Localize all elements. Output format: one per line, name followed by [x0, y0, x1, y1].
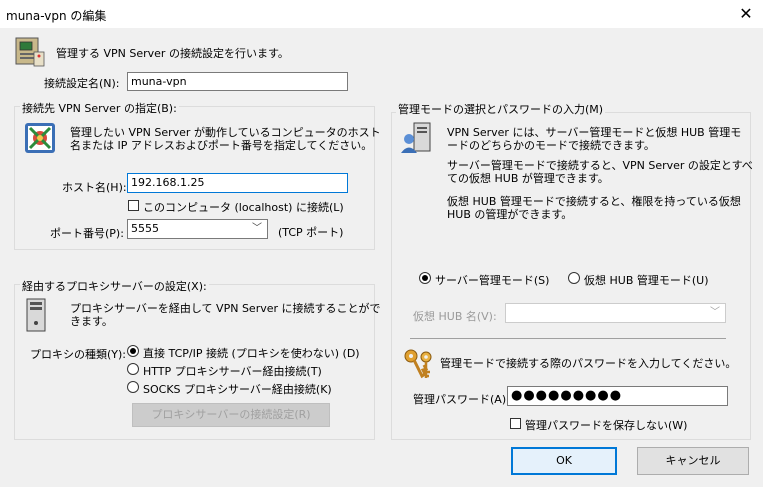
hub-mode-radio[interactable]: [568, 272, 580, 284]
proxy-direct-label: 直接 TCP/IP 接続 (プロキシを使わない) (D): [143, 347, 360, 360]
server-description-line2: 名または IP アドレスおよびポート番号を指定してください。: [70, 139, 373, 152]
server-mode-radio[interactable]: [419, 272, 431, 284]
host-label: ホスト名(H):: [62, 181, 127, 194]
connection-name-field[interactable]: muna-vpn: [127, 72, 348, 91]
password-field[interactable]: ●●●●●●●●●: [507, 386, 728, 406]
proxy-description-line1: プロキシサーバーを経由して VPN Server に接続することがで: [70, 302, 381, 315]
admin-separator: [410, 338, 726, 339]
keys-icon: [402, 348, 436, 380]
server-icon: [12, 36, 46, 68]
proxy-settings-button[interactable]: プロキシサーバーの接続設定(R): [132, 403, 330, 427]
no-save-password-checkbox[interactable]: [510, 418, 521, 429]
server-mode-label: サーバー管理モード(S): [435, 274, 550, 287]
proxy-type-label: プロキシの種類(Y):: [30, 348, 127, 361]
host-field[interactable]: 192.168.1.25: [127, 173, 348, 193]
port-suffix: (TCP ポート): [278, 226, 344, 239]
proxy-group-legend: 経由するプロキシサーバーの設定(X):: [20, 278, 209, 294]
port-label: ポート番号(P):: [50, 227, 124, 240]
close-button[interactable]: ✕: [732, 2, 760, 26]
cancel-button[interactable]: キャンセル: [637, 447, 749, 475]
hub-mode-label: 仮想 HUB 管理モード(U): [584, 274, 709, 287]
proxy-http-radio[interactable]: [127, 363, 139, 375]
port-value: 5555: [131, 222, 159, 235]
no-save-password-label: 管理パスワードを保存しない(W): [525, 419, 688, 432]
password-prompt: 管理モードで接続する際のパスワードを入力してください。: [440, 357, 737, 370]
admin-desc3-line2: HUB の管理ができます。: [447, 208, 573, 221]
localhost-label: このコンピュータ (localhost) に接続(L): [143, 201, 344, 214]
hub-name-combobox[interactable]: ﹀: [505, 303, 726, 323]
proxy-description-line2: きます。: [70, 315, 113, 328]
title-bar: muna-vpn の編集 ✕: [0, 0, 763, 29]
admin-desc2-line2: ての仮想 HUB が管理できます。: [447, 172, 609, 185]
admin-user-icon: [400, 122, 436, 154]
proxy-socks-label: SOCKS プロキシサーバー経由接続(K): [143, 383, 332, 396]
window-title: muna-vpn の編集: [6, 9, 107, 23]
proxy-socks-radio[interactable]: [127, 381, 139, 393]
proxy-http-label: HTTP プロキシサーバー経由接続(T): [143, 365, 322, 378]
server-group-legend: 接続先 VPN Server の指定(B):: [20, 100, 179, 116]
password-label: 管理パスワード(A):: [413, 393, 510, 406]
hub-name-label: 仮想 HUB 名(V):: [413, 310, 497, 323]
chevron-down-icon: ﹀: [710, 307, 720, 318]
admin-desc1-line2: ードのどちらかのモードで接続できます。: [447, 139, 655, 152]
connection-name-label: 接続設定名(N):: [44, 77, 120, 90]
ok-button[interactable]: OK: [511, 447, 617, 475]
network-icon: [24, 122, 56, 154]
chevron-down-icon: ﹀: [252, 223, 262, 234]
header-description: 管理する VPN Server の接続設定を行います。: [56, 47, 289, 60]
port-combobox[interactable]: 5555 ﹀: [127, 219, 268, 239]
computer-icon: [24, 298, 48, 332]
localhost-checkbox[interactable]: [128, 200, 139, 211]
proxy-direct-radio[interactable]: [127, 345, 139, 357]
admin-group-legend: 管理モードの選択とパスワードの入力(M): [396, 101, 606, 117]
